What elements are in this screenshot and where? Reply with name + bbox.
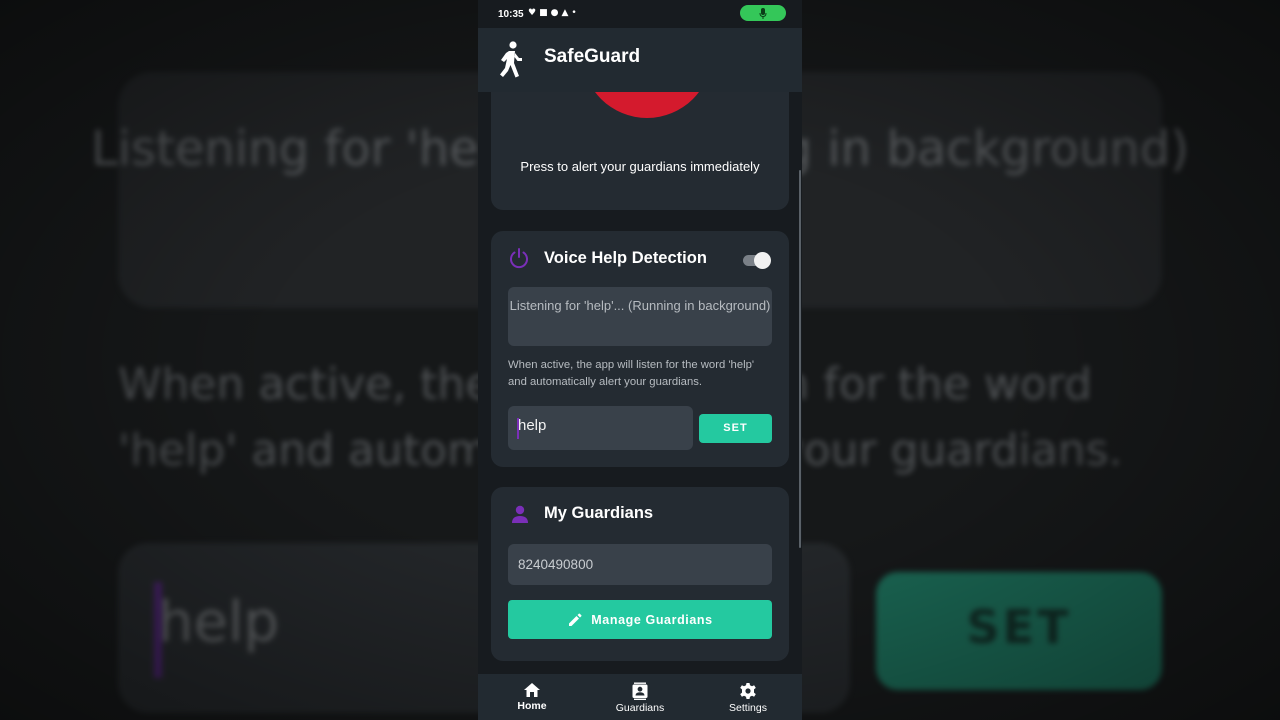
voice-detection-title: Voice Help Detection: [544, 249, 707, 267]
guardian-phone: 8240490800: [508, 544, 772, 585]
video-icon: ■: [539, 8, 551, 18]
sos-button[interactable]: [582, 92, 712, 118]
whatsapp-icon: ●: [550, 8, 562, 18]
nav-home[interactable]: Home: [478, 674, 586, 720]
dot-icon: •: [571, 8, 580, 18]
manage-guardians-label: Manage Guardians: [591, 612, 713, 627]
nav-guardians-label: Guardians: [615, 702, 665, 714]
main-content[interactable]: Press to alert your guardians immediatel…: [478, 92, 802, 674]
nav-home-label: Home: [517, 700, 547, 712]
keyword-input[interactable]: help: [508, 406, 693, 450]
nav-settings[interactable]: Settings: [694, 674, 802, 720]
voice-detection-toggle[interactable]: [743, 252, 771, 269]
walking-person-icon: [500, 41, 522, 78]
nav-guardians[interactable]: Guardians: [586, 674, 694, 720]
heart-icon: ♥: [528, 8, 540, 18]
manage-guardians-button[interactable]: Manage Guardians: [508, 600, 772, 639]
notification-icons: ♥■●▲•: [528, 8, 580, 18]
sos-card: Press to alert your guardians immediatel…: [491, 92, 789, 210]
status-bar: 10:35 ♥■●▲•: [478, 0, 802, 28]
status-time: 10:35: [498, 9, 524, 20]
set-keyword-button[interactable]: SET: [699, 414, 772, 443]
toggle-thumb: [754, 252, 771, 269]
voice-detection-card: Voice Help Detection Listening for 'help…: [491, 231, 789, 467]
android-icon: ▲: [561, 8, 572, 18]
listening-status: Listening for 'help'... (Running in back…: [508, 287, 772, 346]
nav-settings-label: Settings: [729, 702, 767, 714]
person-icon: [512, 505, 528, 523]
mic-indicator: [740, 5, 786, 21]
mic-icon: [759, 7, 767, 19]
pencil-icon: [569, 612, 582, 626]
sos-caption: Press to alert your guardians immediatel…: [520, 159, 760, 174]
app-title: SafeGuard: [544, 46, 641, 67]
voice-description: When active, the app will listen for the…: [508, 359, 755, 388]
contacts-icon: [632, 682, 648, 700]
power-icon: [510, 248, 528, 269]
phone-screen: 10:35 ♥■●▲• SafeGuard Press to alert you…: [478, 0, 802, 720]
app-bar: SafeGuard: [478, 28, 802, 92]
gear-icon: [740, 683, 756, 699]
guardians-title: My Guardians: [544, 504, 654, 522]
scrollbar[interactable]: [799, 170, 801, 548]
keyword-value: help: [518, 417, 547, 434]
guardians-card: My Guardians 8240490800 Manage Guardians: [491, 487, 789, 661]
home-icon: [524, 683, 540, 697]
bottom-navigation: Home Guardians Settings: [478, 674, 802, 720]
